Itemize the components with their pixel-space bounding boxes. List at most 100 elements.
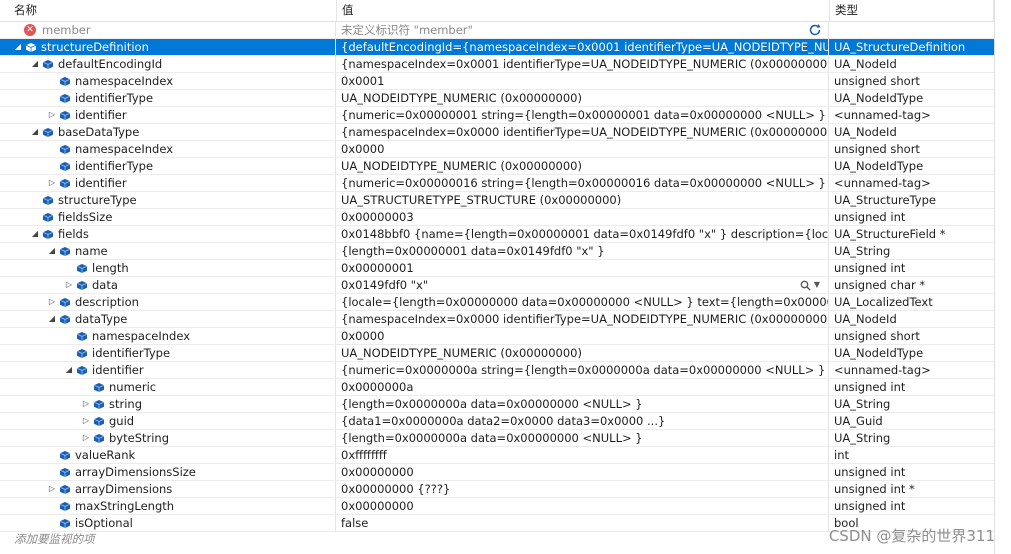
watch-row[interactable]: ◢ fields 0x0148bbf0 {name={length=0x000000… bbox=[0, 226, 1011, 243]
expand-arrow-icon[interactable]: ▷ bbox=[46, 175, 58, 191]
watch-row[interactable]: fieldsSize 0x00000003 unsigned int bbox=[0, 209, 1011, 226]
watch-row[interactable]: ▷ arrayDimensions 0x00000000 {???} unsigned… bbox=[0, 481, 1011, 498]
type-cell[interactable]: UA_Guid bbox=[830, 413, 994, 429]
value-cell[interactable]: 0x0000 bbox=[337, 141, 829, 157]
name-cell[interactable]: ◢ dataType bbox=[0, 311, 336, 327]
expand-arrow-icon[interactable]: ▷ bbox=[80, 430, 92, 446]
name-cell[interactable]: ▷ arrayDimensions bbox=[0, 481, 336, 497]
add-watch-hint[interactable]: 添加要监视的项 bbox=[14, 531, 95, 548]
value-cell[interactable]: 0x00000001 bbox=[337, 260, 829, 276]
value-cell[interactable]: 0x0000 bbox=[337, 328, 829, 344]
watch-row[interactable]: maxStringLength 0x00000000 unsigned int bbox=[0, 498, 1011, 515]
type-cell[interactable]: unsigned int bbox=[830, 464, 994, 480]
name-cell[interactable]: ▷ identifier bbox=[0, 175, 336, 191]
name-cell[interactable]: numeric bbox=[0, 379, 336, 395]
text-visualizer-search-icon[interactable]: ▼ bbox=[800, 277, 820, 293]
name-cell[interactable]: structureType bbox=[0, 192, 336, 208]
name-cell[interactable]: valueRank bbox=[0, 447, 336, 463]
name-cell[interactable]: ◢ baseDataType bbox=[0, 124, 336, 140]
type-cell[interactable]: UA_String bbox=[830, 243, 994, 259]
name-cell[interactable]: ▷ description bbox=[0, 294, 336, 310]
type-cell[interactable]: UA_NodeId bbox=[830, 124, 994, 140]
name-cell[interactable]: ▷ identifier bbox=[0, 107, 336, 123]
column-header-type[interactable]: 类型 bbox=[830, 0, 994, 21]
watch-row[interactable]: arrayDimensionsSize 0x00000000 unsigned in… bbox=[0, 464, 1011, 481]
name-cell[interactable]: fieldsSize bbox=[0, 209, 336, 225]
value-cell[interactable]: 未定义标识符 "member" bbox=[337, 22, 829, 38]
type-cell[interactable]: unsigned char * bbox=[830, 277, 994, 293]
value-cell[interactable]: 0x0149fdf0 "x" ▼ bbox=[337, 277, 829, 293]
type-cell[interactable]: unsigned short bbox=[830, 73, 994, 89]
type-cell[interactable]: unsigned int bbox=[830, 379, 994, 395]
value-cell[interactable]: UA_NODEIDTYPE_NUMERIC (0x00000000) bbox=[337, 90, 829, 106]
value-cell[interactable]: {numeric=0x00000016 string={length=0x000… bbox=[337, 175, 829, 191]
name-cell[interactable]: ✕ member bbox=[0, 22, 336, 38]
watch-row[interactable]: identifierType UA_NODEIDTYPE_NUMERIC (0x0… bbox=[0, 90, 1011, 107]
type-cell[interactable]: unsigned int bbox=[830, 260, 994, 276]
name-cell[interactable]: ◢ name bbox=[0, 243, 336, 259]
watch-row[interactable]: ▷ description {locale={length=0x00000000 d… bbox=[0, 294, 1011, 311]
type-cell[interactable]: UA_NodeIdType bbox=[830, 158, 994, 174]
value-cell[interactable]: UA_STRUCTURETYPE_STRUCTURE (0x00000000) bbox=[337, 192, 829, 208]
watch-row[interactable]: ◢ defaultEncodingId {namespaceIndex=0x0001… bbox=[0, 56, 1011, 73]
collapse-arrow-icon[interactable]: ◢ bbox=[46, 243, 58, 259]
type-cell[interactable]: unsigned int bbox=[830, 209, 994, 225]
watch-row[interactable]: ▷ guid {data1=0x0000000a data2=0x0000 data… bbox=[0, 413, 1011, 430]
type-cell[interactable]: UA_NodeIdType bbox=[830, 345, 994, 361]
type-cell[interactable]: <unnamed-tag> bbox=[830, 107, 994, 123]
watch-row[interactable]: ◢ identifier {numeric=0x0000000a string={l… bbox=[0, 362, 1011, 379]
value-cell[interactable]: 0x0148bbf0 {name={length=0x00000001 data… bbox=[337, 226, 829, 242]
type-cell[interactable]: UA_String bbox=[830, 396, 994, 412]
collapse-arrow-icon[interactable]: ◢ bbox=[29, 56, 41, 72]
expand-arrow-icon[interactable]: ▷ bbox=[80, 413, 92, 429]
name-cell[interactable]: isOptional bbox=[0, 515, 336, 531]
type-cell[interactable]: UA_StructureDefinition bbox=[830, 39, 994, 55]
name-cell[interactable]: ▷ byteString bbox=[0, 430, 336, 446]
value-cell[interactable]: 0xffffffff bbox=[337, 447, 829, 463]
value-cell[interactable]: {numeric=0x0000000a string={length=0x000… bbox=[337, 362, 829, 378]
watch-row[interactable]: ▷ identifier {numeric=0x00000001 string={l… bbox=[0, 107, 1011, 124]
type-cell[interactable]: UA_String bbox=[830, 430, 994, 446]
value-cell[interactable]: 0x0000000a bbox=[337, 379, 829, 395]
watch-row[interactable]: structureType UA_STRUCTURETYPE_STRUCTURE … bbox=[0, 192, 1011, 209]
name-cell[interactable]: identifierType bbox=[0, 90, 336, 106]
collapse-arrow-icon[interactable]: ◢ bbox=[63, 362, 75, 378]
collapse-arrow-icon[interactable]: ◢ bbox=[29, 124, 41, 140]
watch-row[interactable]: namespaceIndex 0x0000 unsigned short bbox=[0, 328, 1011, 345]
column-header-value[interactable]: 值 bbox=[337, 0, 830, 21]
watch-row[interactable]: identifierType UA_NODEIDTYPE_NUMERIC (0x0… bbox=[0, 345, 1011, 362]
name-cell[interactable]: namespaceIndex bbox=[0, 73, 336, 89]
value-cell[interactable]: 0x00000000 {???} bbox=[337, 481, 829, 497]
type-cell[interactable]: unsigned short bbox=[830, 141, 994, 157]
watch-row[interactable]: ◢ baseDataType {namespaceIndex=0x0000 iden… bbox=[0, 124, 1011, 141]
expand-arrow-icon[interactable]: ▷ bbox=[46, 294, 58, 310]
watch-row[interactable]: ▷ identifier {numeric=0x00000016 string={l… bbox=[0, 175, 1011, 192]
collapse-arrow-icon[interactable]: ◢ bbox=[46, 311, 58, 327]
value-cell[interactable]: {length=0x00000001 data=0x0149fdf0 "x" } bbox=[337, 243, 829, 259]
watch-row[interactable]: ✕ member 未定义标识符 "member" bbox=[0, 22, 1011, 39]
name-cell[interactable]: ◢ structureDefinition bbox=[0, 39, 336, 55]
type-cell[interactable]: UA_NodeId bbox=[830, 56, 994, 72]
type-cell[interactable]: <unnamed-tag> bbox=[830, 362, 994, 378]
name-cell[interactable]: identifierType bbox=[0, 158, 336, 174]
watch-row[interactable]: ▷ byteString {length=0x0000000a data=0x000… bbox=[0, 430, 1011, 447]
name-cell[interactable]: ▷ string bbox=[0, 396, 336, 412]
name-cell[interactable]: maxStringLength bbox=[0, 498, 336, 514]
expand-arrow-icon[interactable]: ▷ bbox=[46, 481, 58, 497]
collapse-arrow-icon[interactable]: ◢ bbox=[12, 39, 24, 55]
watch-row[interactable]: ◢ name {length=0x00000001 data=0x0149fdf0 … bbox=[0, 243, 1011, 260]
name-cell[interactable]: identifierType bbox=[0, 345, 336, 361]
value-cell[interactable]: UA_NODEIDTYPE_NUMERIC (0x00000000) bbox=[337, 345, 829, 361]
value-cell[interactable]: {defaultEncodingId={namespaceIndex=0x000… bbox=[337, 39, 829, 55]
type-cell[interactable]: unsigned int bbox=[830, 498, 994, 514]
type-cell[interactable]: unsigned int * bbox=[830, 481, 994, 497]
value-cell[interactable]: 0x00000000 bbox=[337, 464, 829, 480]
type-cell[interactable] bbox=[830, 22, 994, 38]
name-cell[interactable]: namespaceIndex bbox=[0, 328, 336, 344]
value-cell[interactable]: {length=0x0000000a data=0x00000000 <NULL… bbox=[337, 430, 829, 446]
name-cell[interactable]: namespaceIndex bbox=[0, 141, 336, 157]
vertical-scrollbar[interactable] bbox=[994, 0, 1011, 554]
value-cell[interactable]: {length=0x0000000a data=0x00000000 <NULL… bbox=[337, 396, 829, 412]
refresh-icon[interactable] bbox=[808, 23, 822, 37]
type-cell[interactable]: UA_StructureField * bbox=[830, 226, 994, 242]
